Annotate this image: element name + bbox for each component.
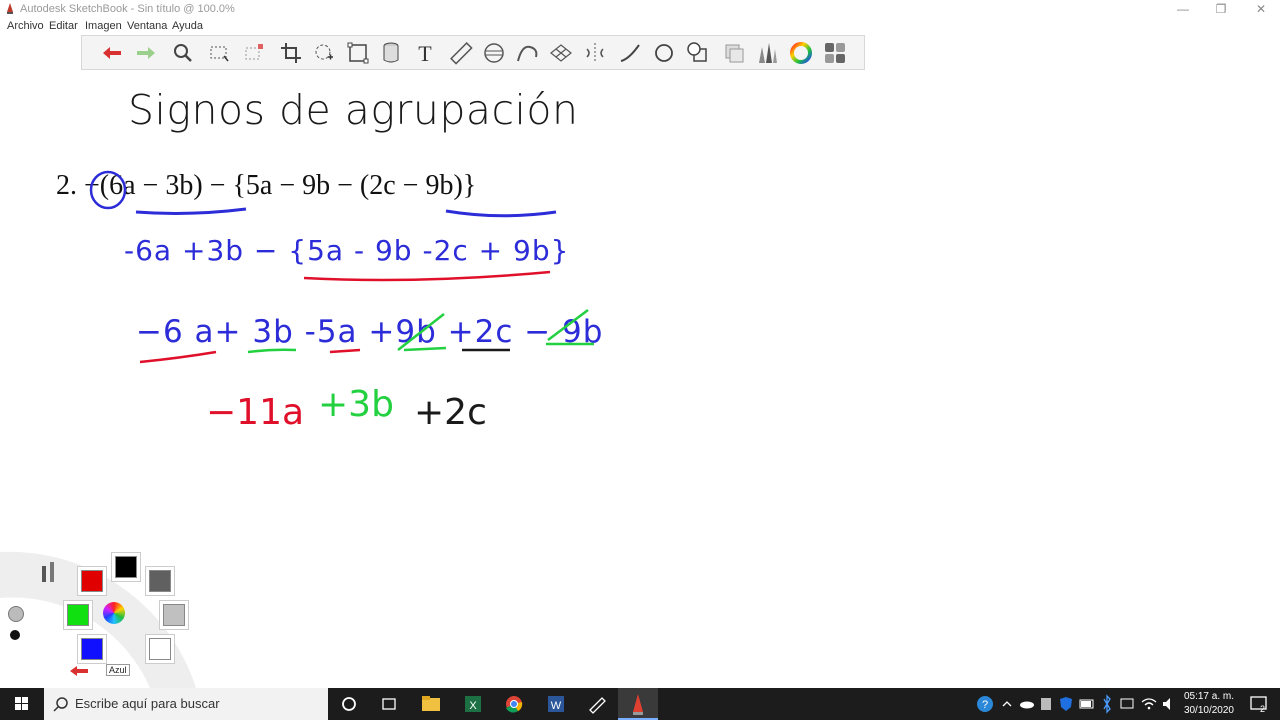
step2-handwriting: −6 a+ 3b -5a +9b +2c − 9b: [136, 314, 604, 350]
tray-app-icon[interactable]: [1038, 688, 1054, 720]
step1-handwriting: -6a +3b − {5a - 9b -2c + 9b}: [124, 234, 570, 267]
swatch-white[interactable]: [149, 638, 171, 660]
canvas-heading: Signos de agrupación: [128, 86, 579, 134]
tray-shield-icon[interactable]: [1058, 688, 1074, 720]
symmetry-icon[interactable]: [581, 39, 609, 67]
clock-date: 30/10/2020: [1183, 705, 1234, 716]
cortana-icon[interactable]: [336, 688, 362, 720]
swatch-black[interactable]: [115, 556, 137, 578]
sketchbook-taskbar-icon[interactable]: [618, 688, 658, 720]
layers-icon[interactable]: [720, 39, 748, 67]
result-b-term: +3b: [318, 384, 394, 425]
menu-imagen[interactable]: Imagen: [85, 20, 122, 32]
notification-count: 2: [1260, 704, 1266, 714]
ruler-icon[interactable]: [447, 39, 475, 67]
line-icon[interactable]: [617, 39, 645, 67]
bluetooth-icon[interactable]: [1100, 688, 1114, 720]
transform-icon[interactable]: [310, 39, 338, 67]
word-icon[interactable]: W: [543, 688, 569, 720]
perspective-icon[interactable]: [547, 39, 575, 67]
brush-library-icon[interactable]: [753, 39, 781, 67]
taskbar: Escribe aquí para buscar X W ? 05:17 a. …: [0, 688, 1280, 720]
clock-time: 05:17 a. m.: [1183, 691, 1234, 702]
lasso-fill-icon[interactable]: [240, 39, 268, 67]
undo-icon[interactable]: [98, 39, 126, 67]
svg-text:W: W: [551, 700, 562, 712]
zoom-icon[interactable]: [169, 39, 197, 67]
task-view-icon[interactable]: [376, 688, 402, 720]
text-icon[interactable]: T: [411, 39, 439, 67]
excel-icon[interactable]: X: [460, 688, 486, 720]
swatch-dark-gray[interactable]: [149, 570, 171, 592]
menu-ayuda[interactable]: Ayuda: [172, 20, 203, 32]
selection-icon[interactable]: [206, 39, 234, 67]
sketchbook-app-icon: [7, 3, 13, 14]
search-placeholder: Escribe aquí para buscar: [75, 696, 220, 711]
wifi-icon[interactable]: [1140, 688, 1158, 720]
distort-icon[interactable]: [344, 39, 372, 67]
puck-color-wheel-icon[interactable]: [103, 602, 125, 624]
shape-icon[interactable]: [684, 39, 712, 67]
search-icon: [53, 697, 68, 712]
puck-undo-icon[interactable]: [68, 664, 90, 678]
swatch-green[interactable]: [67, 604, 89, 626]
pen-app-icon[interactable]: [584, 688, 610, 720]
taskbar-search[interactable]: Escribe aquí para buscar: [44, 688, 328, 720]
brush-properties-icon[interactable]: [38, 560, 60, 584]
brush-size-icon[interactable]: [8, 606, 24, 622]
color-puck: [0, 548, 200, 688]
close-button[interactable]: ✕: [1238, 0, 1280, 18]
menu-ventana[interactable]: Ventana: [127, 20, 167, 32]
start-button[interactable]: [0, 688, 44, 720]
file-explorer-icon[interactable]: [418, 688, 444, 720]
window-title: Autodesk SketchBook - Sin título @ 100.0…: [20, 3, 235, 15]
volume-icon[interactable]: [1160, 688, 1178, 720]
svg-text:X: X: [469, 700, 477, 712]
notifications-icon[interactable]: 2: [1246, 688, 1272, 720]
color-wheel-icon[interactable]: [787, 39, 815, 67]
title-bar: Autodesk SketchBook - Sin título @ 100.0…: [0, 0, 1280, 18]
result-a-term: −11a: [206, 392, 305, 433]
color-tooltip: Azul: [106, 664, 130, 676]
svg-text:?: ?: [982, 699, 988, 711]
swatch-blue[interactable]: [81, 638, 103, 660]
problem-expression: 2. −(6a − 3b) − {5a − 9b − (2c − 9b)}: [56, 170, 477, 201]
grid-icon[interactable]: [821, 39, 849, 67]
chevron-up-icon[interactable]: [1000, 688, 1014, 720]
crop-icon[interactable]: [277, 39, 305, 67]
result-c-term: +2c: [414, 392, 487, 433]
flood-fill-icon[interactable]: [377, 39, 405, 67]
onedrive-icon[interactable]: [1018, 688, 1036, 720]
menu-bar: Archivo Editar Imagen Ventana Ayuda: [0, 18, 300, 34]
input-indicator-icon[interactable]: [1118, 688, 1136, 720]
ellipse-guide-icon[interactable]: [480, 39, 508, 67]
system-clock[interactable]: 05:17 a. m. 30/10/2020: [1184, 690, 1234, 718]
swatch-red[interactable]: [81, 570, 103, 592]
svg-text:T: T: [418, 41, 432, 66]
menu-archivo[interactable]: Archivo: [7, 20, 44, 32]
toolbar: T: [81, 35, 865, 70]
swatch-light-gray[interactable]: [163, 604, 185, 626]
menu-editar[interactable]: Editar: [49, 20, 78, 32]
redo-icon[interactable]: [132, 39, 160, 67]
windows-icon: [15, 697, 28, 710]
brush-opacity-icon[interactable]: [10, 630, 20, 640]
help-tray-icon[interactable]: ?: [974, 688, 996, 720]
french-curve-icon[interactable]: [514, 39, 542, 67]
battery-icon[interactable]: [1078, 688, 1096, 720]
chrome-icon[interactable]: [501, 688, 527, 720]
circle-icon[interactable]: [650, 39, 678, 67]
